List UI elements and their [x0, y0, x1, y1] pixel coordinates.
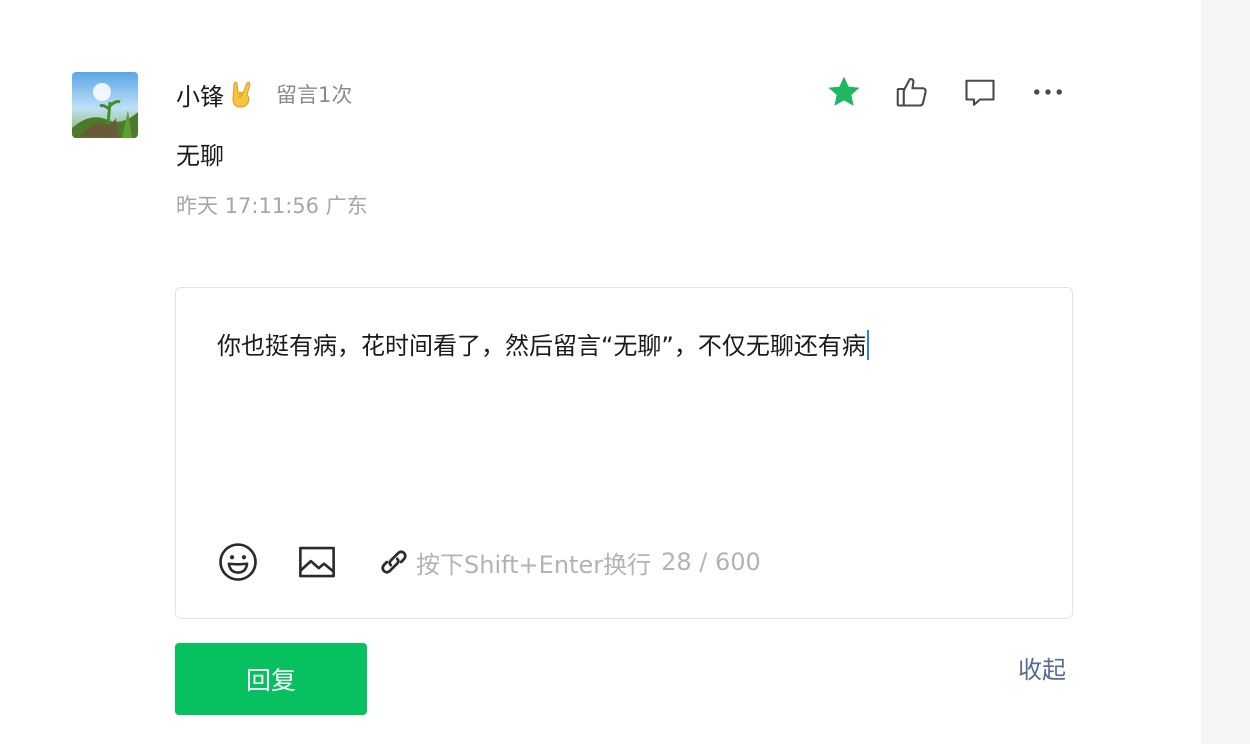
link-icon[interactable] [374, 540, 414, 584]
reply-input-text: 你也挺有病，花时间看了，然后留言“无聊”，不仅无聊还有病 [217, 332, 866, 360]
comment-meta: 昨天 17:11:56 广东 [176, 194, 368, 218]
thumbs-up-icon[interactable] [892, 72, 932, 112]
emoji-icon[interactable] [216, 540, 260, 584]
username[interactable]: 小锋 [176, 77, 224, 112]
char-counter: 28 / 600 [661, 548, 761, 576]
collapse-link[interactable]: 收起 [1018, 650, 1066, 685]
reply-submit-button[interactable]: 回复 [175, 643, 367, 715]
image-icon[interactable] [295, 540, 339, 584]
comment-text: 无聊 [176, 142, 224, 170]
comment-actions [824, 72, 1068, 112]
avatar[interactable] [72, 72, 138, 138]
rock-hand-emoji-icon [226, 79, 256, 109]
right-panel-edge [1201, 0, 1250, 744]
reply-input[interactable]: 你也挺有病，花时间看了，然后留言“无聊”，不仅无聊还有病 [217, 326, 870, 361]
reply-editor[interactable]: 你也挺有病，花时间看了，然后留言“无聊”，不仅无聊还有病 按下Shift+Ent… [175, 287, 1073, 619]
newline-hint: 按下Shift+Enter换行 [416, 550, 652, 579]
comment-count: 留言1次 [276, 83, 353, 107]
reply-toolbar: 按下Shift+Enter换行 28 / 600 [216, 540, 761, 584]
comment-header: 小锋 留言1次 [176, 76, 352, 112]
more-icon[interactable] [1028, 72, 1068, 112]
comment-icon[interactable] [960, 72, 1000, 112]
text-caret [866, 330, 870, 360]
star-icon[interactable] [824, 72, 864, 112]
